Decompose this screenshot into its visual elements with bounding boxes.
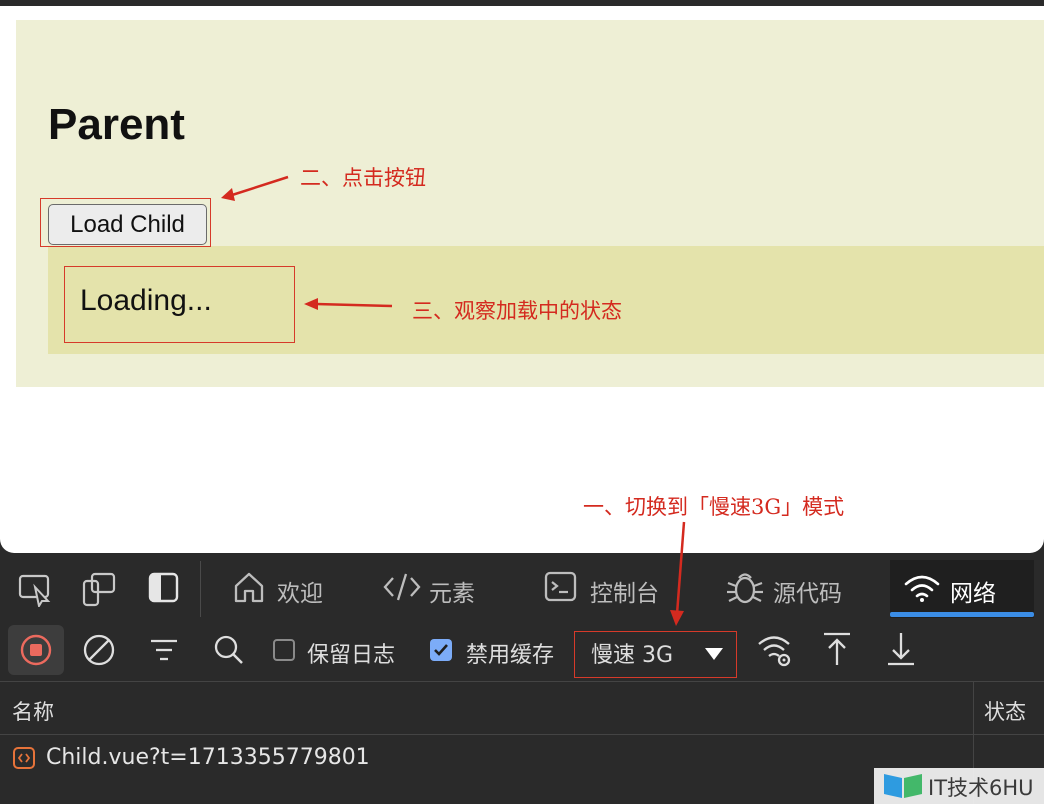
request-name: Child.vue?t=1713355779801	[46, 745, 370, 770]
tab-welcome[interactable]: 欢迎	[277, 574, 323, 608]
network-conditions-icon[interactable]	[756, 633, 794, 669]
tab-sources[interactable]: 源代码	[773, 574, 842, 608]
clear-icon[interactable]	[82, 633, 116, 667]
home-icon	[234, 572, 264, 603]
annotation-arrow-loading	[304, 298, 393, 310]
annotation-observe-state: 三、观察加载中的状态	[412, 299, 622, 323]
throttling-select[interactable]: 慢速 3G	[574, 631, 737, 678]
toolbar-separator	[200, 561, 201, 617]
tab-network-indicator	[890, 612, 1034, 617]
search-icon[interactable]	[213, 634, 245, 666]
throttling-value: 慢速 3G	[591, 643, 674, 668]
devtools-panel: 欢迎 元素 控制台 源代码 网络 保留日志 禁用缓存 慢速 3G 名称 状态 C…	[0, 553, 1044, 804]
export-har-icon[interactable]	[886, 631, 916, 667]
disable-cache-label: 禁用缓存	[466, 643, 555, 668]
annotation-arrow-button	[221, 175, 289, 201]
chevron-down-icon	[705, 648, 723, 660]
import-har-icon[interactable]	[822, 631, 852, 667]
filter-icon[interactable]	[149, 637, 179, 663]
checkmark-icon	[434, 644, 448, 656]
preserve-log-label: 保留日志	[307, 643, 396, 668]
code-icon	[383, 573, 421, 601]
bug-icon	[727, 573, 763, 604]
browser-viewport: Parent Load Child Loading... 二、点击按钮 三、观察…	[0, 0, 1044, 553]
disable-cache-checkbox[interactable]	[430, 639, 452, 661]
parent-heading: Parent	[48, 100, 185, 149]
column-name-header[interactable]: 名称	[12, 696, 54, 726]
preserve-log-checkbox[interactable]	[273, 639, 295, 661]
watermark-logo	[884, 774, 922, 798]
annotation-arrow-throttling	[670, 521, 686, 626]
vue-file-icon	[13, 747, 35, 769]
column-status-header[interactable]: 状态	[984, 696, 1026, 726]
window-top-strip	[0, 0, 1044, 6]
loading-highlight-box	[64, 266, 295, 343]
wifi-icon	[904, 575, 940, 602]
terminal-icon	[544, 571, 577, 602]
device-toggle-icon[interactable]	[82, 571, 118, 607]
dock-side-icon[interactable]	[148, 572, 180, 604]
record-stop-icon	[20, 634, 52, 666]
tab-network[interactable]: 网络	[950, 574, 996, 608]
annotation-switch-mode: 一、切换到「慢速3G」模式	[583, 495, 845, 519]
network-table-header	[0, 681, 1044, 735]
annotation-click-button: 二、点击按钮	[300, 166, 426, 190]
tab-elements[interactable]: 元素	[429, 574, 475, 608]
watermark: IT技术6HU	[928, 776, 1034, 800]
inspect-icon[interactable]	[18, 573, 54, 607]
button-highlight-box	[40, 198, 211, 247]
tab-console[interactable]: 控制台	[590, 574, 659, 608]
